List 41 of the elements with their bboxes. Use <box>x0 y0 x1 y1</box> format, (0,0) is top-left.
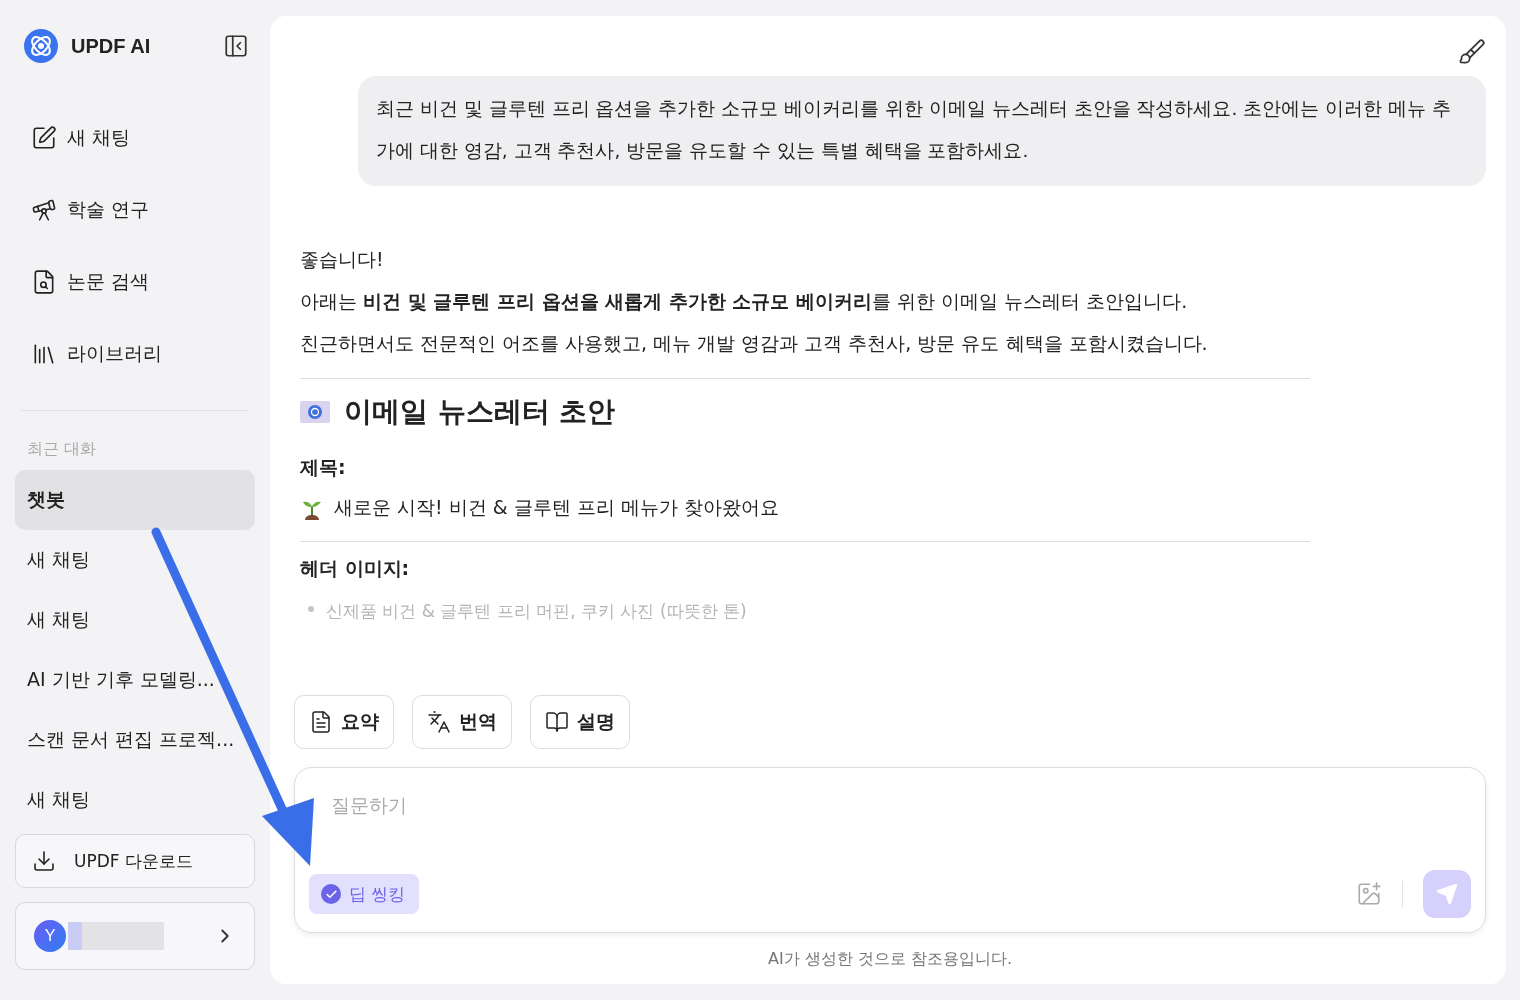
conversation-item[interactable]: 새 채팅 <box>15 530 255 590</box>
send-icon <box>1436 883 1458 905</box>
document-icon <box>309 710 333 734</box>
disclaimer-text: AI가 생성한 것으로 참조용입니다. <box>767 949 1013 970</box>
answer-paragraph: 친근하면서도 전문적인 어조를 사용했고, 메뉴 개발 영감과 고객 추천사, 방문 유도 혜택을 포함시켰습니다. <box>300 331 1209 356</box>
answer-paragraph: 아래는 비건 및 글루텐 프리 옵션을 새롭게 추가한 소규모 베이커리를 위한 이메일 뉴스레터 초안입니다. <box>300 289 1189 314</box>
answer-paragraph: 좋습니다! <box>300 247 385 272</box>
logo-icon <box>23 28 59 64</box>
conversation-item[interactable]: 스캔 문서 편집 프로젝... <box>15 710 255 770</box>
deep-thinking-toggle[interactable]: 딥 씽킹 <box>309 874 420 914</box>
conversation-item[interactable]: 새 채팅 <box>15 770 255 830</box>
envelope-icon <box>300 401 330 423</box>
telescope-icon <box>31 197 57 223</box>
download-icon <box>32 849 56 873</box>
translate-icon <box>427 710 451 734</box>
avatar: Y <box>34 920 66 952</box>
conversation-item[interactable]: AI 기반 기후 모델링... <box>15 650 255 710</box>
user-message: 최근 비건 및 글루텐 프리 옵션을 추가한 소규모 베이커리를 위한 이메일 뉴스레터 초안을 작성하세요. 초안에는 이러한 메뉴 추가에 대한 영감, 고객 추천사, 방문을 유도할 수 있는 특별 혜택을 포함하세요. <box>358 76 1486 186</box>
conversation-item[interactable]: 새 채팅 <box>15 590 255 650</box>
bullet-dot <box>308 606 314 612</box>
collapse-sidebar-icon[interactable] <box>223 33 249 59</box>
field-label: 헤더 이미지: <box>300 556 411 581</box>
brand-name: UPDF AI <box>71 34 152 58</box>
conversation-item[interactable]: 챗봇 <box>15 470 255 530</box>
action-button[interactable]: 설명 <box>530 695 630 749</box>
section-heading: 최근 대화 <box>26 439 98 460</box>
field-label: 제목: <box>300 455 347 480</box>
subject-text: 새로운 시작! 비건 & 글루텐 프리 메뉴가 찾아왔어요 <box>334 495 779 520</box>
edit-icon <box>31 125 57 151</box>
download-button[interactable]: UPDF 다운로드 <box>15 834 255 888</box>
nav-item[interactable]: 새 채팅 <box>15 102 255 174</box>
nav-item[interactable]: 논문 검색 <box>15 246 255 318</box>
action-button[interactable]: 요약 <box>294 695 394 749</box>
nav-item[interactable]: 학술 연구 <box>15 174 255 246</box>
brush-icon[interactable] <box>1458 38 1486 66</box>
book-icon <box>545 710 569 734</box>
action-button[interactable]: 번역 <box>412 695 512 749</box>
account-button[interactable]: Y <box>15 902 255 970</box>
nav-item[interactable]: 라이브러리 <box>15 318 255 390</box>
section-title: 이메일 뉴스레터 초안 <box>344 394 616 430</box>
faded-list-item: 신제품 비건 & 글루텐 프리 머핀, 쿠키 사진 (따뜻한 톤) <box>326 600 747 622</box>
